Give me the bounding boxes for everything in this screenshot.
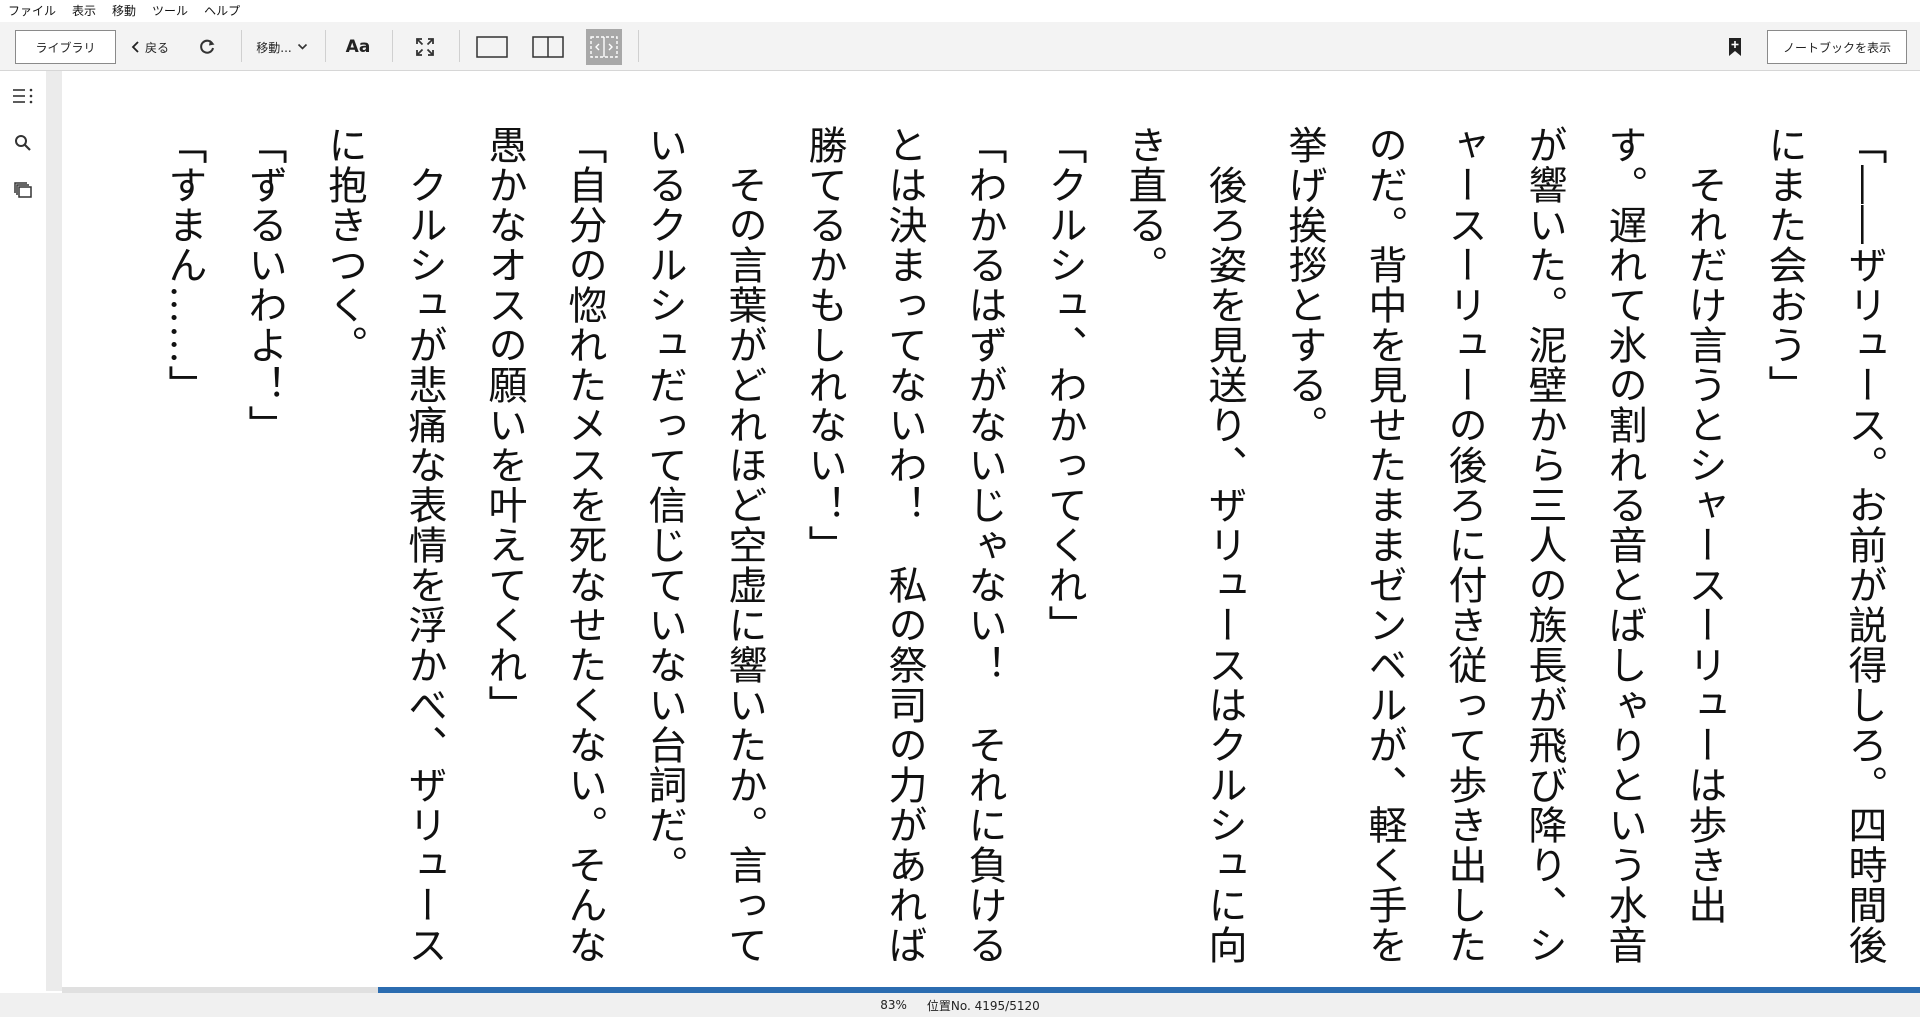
- chevron-down-icon: [297, 43, 307, 50]
- left-sidebar: [0, 71, 46, 991]
- back-button[interactable]: 戻る: [126, 30, 174, 64]
- flashcards-button[interactable]: [10, 177, 36, 203]
- toolbar-separator: [638, 30, 639, 62]
- toolbar-separator: [241, 30, 242, 62]
- paragraph: 「クルシュ、わかってくれ」: [1042, 125, 1087, 645]
- two-page-button[interactable]: [528, 30, 568, 64]
- paragraph: 後ろ姿を見送り、ザリュースはクルシュに向き直る。: [1122, 125, 1247, 965]
- menu-help[interactable]: ヘルプ: [196, 0, 248, 22]
- notebook-label: ノートブックを表示: [1782, 40, 1891, 55]
- fullscreen-icon: [416, 38, 434, 56]
- toolbar-separator: [392, 30, 393, 62]
- book-text: 「――ザリュース。お前が説得しろ。四時間後にまた会おう」 それだけ言うとシャース…: [162, 125, 1904, 965]
- page-gutter: [46, 71, 62, 991]
- table-of-contents-icon: [13, 88, 33, 104]
- menu-go[interactable]: 移動: [104, 0, 144, 22]
- menu-tools[interactable]: ツール: [144, 0, 196, 22]
- toolbar-separator: [325, 30, 326, 62]
- toolbar-separator: [459, 30, 460, 62]
- paragraph: その言葉がどれほど空虚に響いたか。言っているクルシュだって信じていない台詞だ。: [642, 125, 767, 965]
- paragraph: 「――ザリュース。お前が説得しろ。四時間後にまた会おう」: [1762, 125, 1887, 965]
- refresh-icon: [200, 39, 215, 54]
- paragraph: 「わかるはずがないじゃない！ それに負けるとは決まってないわ！ 私の祭司の力があ…: [802, 125, 1007, 965]
- paragraph: 「自分の惚れたメスを死なせたくない。そんな愚かなオスの願いを叶えてくれ」: [482, 125, 607, 965]
- back-label: 戻る: [144, 40, 169, 55]
- search-icon: [15, 135, 31, 151]
- bookmark-add-icon: [1729, 38, 1741, 56]
- single-page-button[interactable]: [472, 30, 512, 64]
- menu-bar: ファイル 表示 移動 ツール ヘルプ: [0, 0, 1920, 22]
- flashcards-icon: [14, 182, 32, 198]
- menu-view[interactable]: 表示: [64, 0, 104, 22]
- library-label: ライブラリ: [35, 40, 96, 55]
- fit-width-icon: [590, 36, 618, 58]
- paragraph: それだけ言うとシャースーリューは歩き出す。遅れて氷の割れる音とばしゃりという水音…: [1282, 125, 1727, 965]
- progress-percent: 83%: [880, 998, 907, 1012]
- two-page-icon: [532, 36, 564, 58]
- toolbar: ライブラリ 戻る 移動... Aa ノートブックを表示: [0, 22, 1920, 71]
- chevron-left-icon: [131, 41, 139, 53]
- font-label: Aa: [345, 37, 371, 57]
- paragraph: 「ずるいわよ！」: [242, 125, 287, 445]
- show-notebook-button[interactable]: ノートブックを表示: [1767, 30, 1907, 64]
- paragraph: クルシュが悲痛な表情を浮かべ、ザリュースに抱きつく。: [322, 125, 447, 965]
- fullscreen-button[interactable]: [406, 32, 444, 62]
- add-bookmark-button[interactable]: [1718, 32, 1752, 62]
- goto-label: 移動...: [256, 40, 292, 55]
- search-button[interactable]: [10, 130, 36, 156]
- library-button[interactable]: ライブラリ: [15, 30, 116, 64]
- font-settings-button[interactable]: Aa: [338, 32, 378, 62]
- menu-file[interactable]: ファイル: [0, 0, 64, 22]
- reading-page[interactable]: 「――ザリュース。お前が説得しろ。四時間後にまた会おう」 それだけ言うとシャース…: [62, 71, 1920, 991]
- single-page-icon: [476, 36, 508, 58]
- toc-button[interactable]: [10, 83, 36, 109]
- status-bar: 83% 位置No. 4195/5120: [0, 993, 1920, 1017]
- location-readout: 位置No. 4195/5120: [926, 998, 1040, 1013]
- refresh-button[interactable]: [190, 32, 224, 62]
- paragraph: 「すまん……」: [162, 125, 207, 405]
- fit-width-button[interactable]: [586, 29, 622, 65]
- goto-dropdown[interactable]: 移動...: [248, 32, 316, 62]
